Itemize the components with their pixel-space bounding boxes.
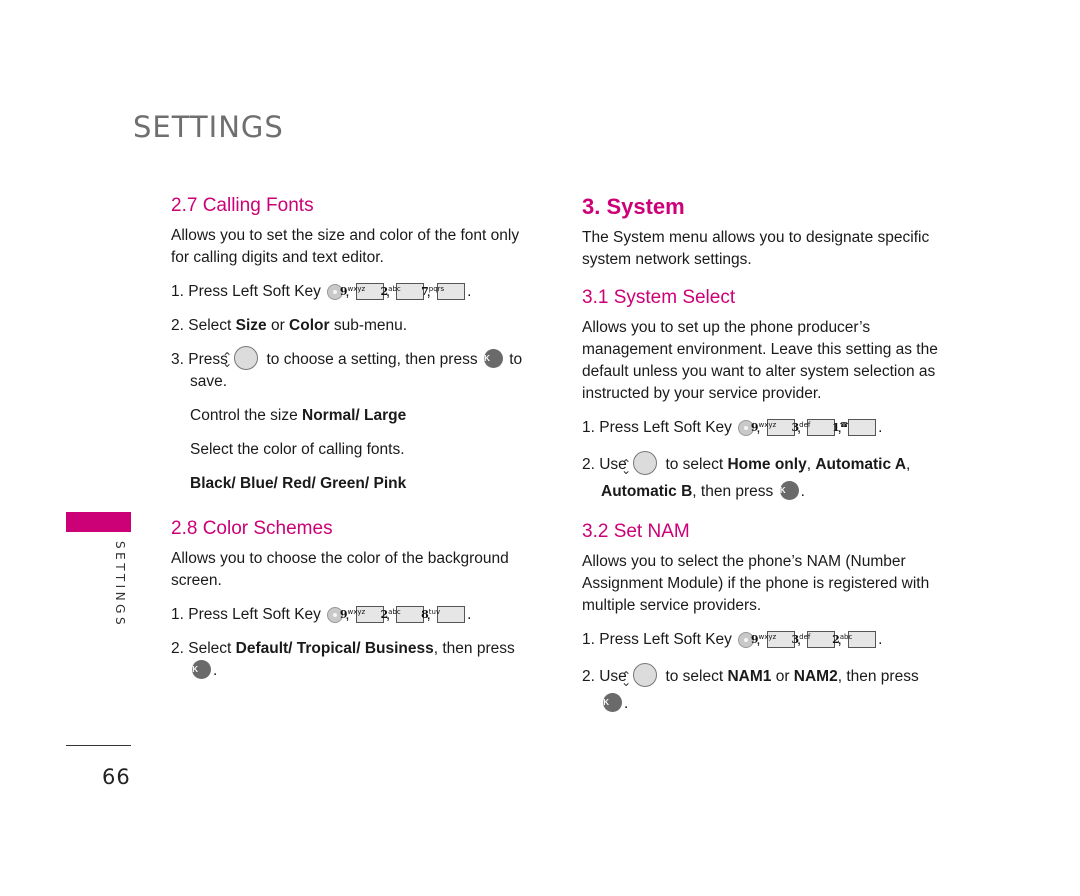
section-description: Allows you to set up the phone producer’… bbox=[582, 319, 938, 402]
section-description: Allows you to choose the color of the ba… bbox=[171, 550, 509, 589]
step-2: 2. Use to select Home only, Automatic A,… bbox=[582, 450, 952, 505]
system-select-section: 3.1 System Select Allows you to set up t… bbox=[582, 285, 952, 505]
right-column: 3. System The System menu allows you to … bbox=[582, 193, 952, 717]
ok-key-icon: OK bbox=[774, 481, 799, 501]
section-heading: 3. System bbox=[582, 194, 685, 219]
ok-key-icon: OK bbox=[186, 660, 211, 680]
color-schemes-section: 2.8 Color Schemes Allows you to choose t… bbox=[171, 516, 541, 682]
page-title: SETTINGS bbox=[133, 110, 284, 144]
key-1-voicemail-icon: 1☎ bbox=[832, 419, 877, 437]
key-2-icon: 2abc bbox=[832, 631, 877, 649]
section-description: Allows you to select the phone’s NAM (Nu… bbox=[582, 553, 930, 614]
page-number: 66 bbox=[102, 765, 131, 789]
section-tab-marker bbox=[66, 512, 131, 532]
step-2: 2. Select Default/ Tropical/ Business, t… bbox=[171, 640, 515, 680]
key-8-icon: 8tuv bbox=[421, 606, 466, 624]
key-7-icon: 7pqrs bbox=[421, 283, 466, 301]
color-instruction: Select the color of calling fonts. bbox=[190, 441, 405, 458]
navigation-key-icon bbox=[633, 662, 658, 687]
side-section-label: SETTINGS bbox=[113, 541, 127, 629]
step-3: 3. Press to choose a setting, then press… bbox=[171, 345, 541, 393]
size-options: Control the size Normal/ Large bbox=[190, 407, 407, 424]
step-1: 1. Press Left Soft Key , 9wxyz, 3def, 1☎… bbox=[582, 419, 883, 437]
section-heading: 3.1 System Select bbox=[582, 287, 736, 308]
section-heading: 2.7 Calling Fonts bbox=[171, 195, 314, 216]
step-2: 2. Use to select NAM1 or NAM2, then pres… bbox=[582, 662, 952, 717]
ok-key-icon: OK bbox=[597, 693, 622, 713]
section-heading: 2.8 Color Schemes bbox=[171, 518, 333, 539]
navigation-key-icon bbox=[234, 345, 259, 370]
ok-key-icon: OK bbox=[478, 349, 503, 369]
step-text: 1. Press Left Soft Key bbox=[171, 283, 321, 300]
navigation-key-icon bbox=[633, 450, 658, 475]
footer-divider bbox=[66, 745, 131, 746]
left-column: 2.7 Calling Fonts Allows you to set the … bbox=[171, 193, 541, 682]
section-heading: 3.2 Set NAM bbox=[582, 521, 690, 542]
step-2: 2. Select Size or Color sub-menu. bbox=[171, 317, 408, 334]
calling-fonts-section: 2.7 Calling Fonts Allows you to set the … bbox=[171, 193, 541, 495]
step-1: 1. Press Left Soft Key , 9wxyz, 2abc, 7p… bbox=[171, 283, 472, 301]
system-section: 3. System The System menu allows you to … bbox=[582, 193, 952, 271]
set-nam-section: 3.2 Set NAM Allows you to select the pho… bbox=[582, 519, 952, 717]
color-options: Black/ Blue/ Red/ Green/ Pink bbox=[190, 475, 407, 492]
step-1: 1. Press Left Soft Key , 9wxyz, 3def, 2a… bbox=[582, 631, 883, 649]
step-1: 1. Press Left Soft Key , 9wxyz, 2abc, 8t… bbox=[171, 606, 472, 624]
section-description: The System menu allows you to designate … bbox=[582, 229, 930, 268]
section-description: Allows you to set the size and color of … bbox=[171, 227, 520, 266]
